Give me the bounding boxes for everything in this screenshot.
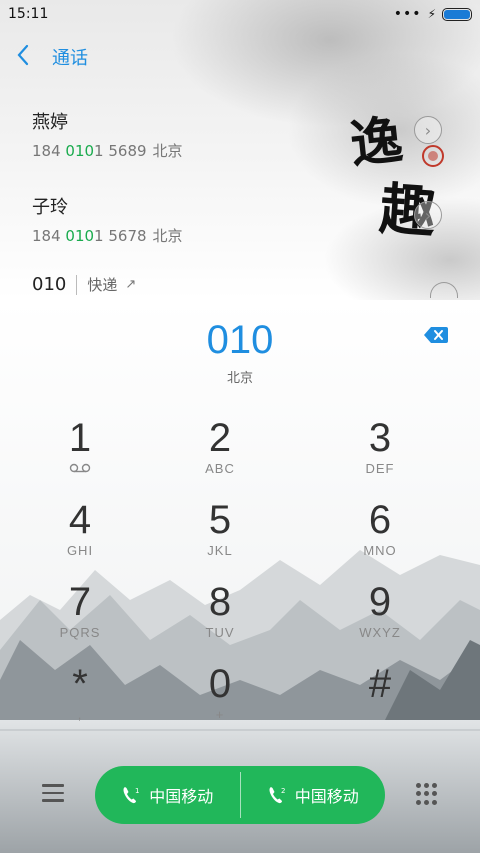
status-time: 15:11: [8, 6, 49, 22]
dial-key-8[interactable]: 8 TUV: [160, 579, 280, 649]
dial-key-4[interactable]: 4 GHI: [20, 497, 140, 567]
menu-icon[interactable]: [42, 784, 64, 802]
contact-number: 184 0101 5689 北京: [32, 142, 183, 160]
dial-key-digit: 2: [208, 416, 232, 460]
dialed-number: 010: [206, 318, 274, 362]
dial-key-1[interactable]: 1: [20, 415, 140, 485]
call-sim1-button[interactable]: 1 中国移动: [95, 766, 240, 824]
divider: [76, 274, 78, 295]
status-icons: ••• ⚡: [394, 6, 472, 22]
dial-key-9[interactable]: 9 WXYZ: [320, 579, 440, 649]
voicemail-icon: [20, 461, 140, 476]
dial-key-digit: *: [72, 662, 88, 706]
list-item-contact[interactable]: 燕婷 184 0101 5689 北京 ›: [32, 108, 452, 161]
dialed-location: 北京: [226, 371, 253, 386]
dial-key-hash[interactable]: #: [320, 661, 440, 731]
dial-key-digit: 0: [208, 662, 232, 706]
call-sim1-label: 中国移动: [149, 787, 214, 806]
dial-key-letters: DEF: [365, 461, 395, 476]
dial-key-star[interactable]: *,: [20, 661, 140, 731]
dial-key-letters: WXYZ: [359, 625, 401, 640]
charging-icon: ⚡: [427, 7, 436, 21]
arrow-up-right-icon: ↗: [125, 277, 137, 292]
header: 通话: [16, 40, 88, 74]
dial-key-digit: 1: [68, 416, 92, 460]
phone-sim1-icon: 1: [121, 785, 141, 805]
contact-name: 子玲: [32, 197, 68, 218]
page-title: 通话: [52, 48, 88, 69]
contact-number: 184 0101 5678 北京: [32, 227, 183, 245]
call-sim2-label: 中国移动: [294, 787, 359, 806]
list-item-contact[interactable]: 子玲 184 0101 5678 北京 ›: [32, 193, 452, 246]
dial-key-digit: 4: [68, 498, 92, 542]
list-item-service[interactable]: 010 快递 ↗: [32, 274, 136, 295]
dial-key-5[interactable]: 5 JKL: [160, 497, 280, 567]
dial-key-digit: 5: [208, 498, 232, 542]
backspace-icon[interactable]: [424, 326, 448, 344]
chevron-right-icon[interactable]: ›: [414, 116, 442, 144]
chevron-right-icon[interactable]: ›: [414, 201, 442, 229]
dial-key-digit: #: [368, 662, 392, 706]
dial-key-letters: MNO: [363, 543, 397, 558]
svg-text:2: 2: [281, 787, 285, 795]
dialed-display: 010 北京: [0, 318, 480, 386]
dial-key-letters: JKL: [207, 543, 233, 558]
dial-key-letters: ABC: [205, 461, 235, 476]
service-tag: 快递: [87, 276, 118, 294]
svg-text:1: 1: [135, 787, 139, 795]
dial-key-digit: 7: [68, 580, 92, 624]
phone-sim2-icon: 2: [267, 785, 287, 805]
service-number: 010: [32, 274, 67, 295]
call-sim2-button[interactable]: 2 中国移动: [241, 766, 386, 824]
call-button-group: 1 中国移动 2 中国移动: [95, 766, 385, 824]
dial-key-letters: GHI: [66, 543, 94, 558]
dial-key-6[interactable]: 6 MNO: [320, 497, 440, 567]
back-icon[interactable]: [16, 44, 44, 71]
dial-key-0[interactable]: 0 +: [160, 661, 280, 731]
dial-key-letters: +: [215, 707, 225, 722]
dial-key-digit: 9: [368, 580, 392, 624]
keypad-toggle-icon[interactable]: [416, 783, 438, 805]
contact-name: 燕婷: [32, 112, 68, 133]
dial-key-digit: 8: [208, 580, 232, 624]
dial-key-letters: PQRS: [59, 625, 101, 640]
notification-dots-icon: •••: [393, 6, 422, 22]
dial-key-7[interactable]: 7 PQRS: [20, 579, 140, 649]
status-bar: 15:11 ••• ⚡: [0, 0, 480, 28]
dial-key-digit: 3: [368, 416, 392, 460]
dial-key-letters: TUV: [205, 625, 235, 640]
dial-key-3[interactable]: 3 DEF: [320, 415, 440, 485]
dial-key-2[interactable]: 2 ABC: [160, 415, 280, 485]
battery-icon: [442, 7, 472, 21]
dial-key-letters: ,: [77, 707, 83, 722]
dial-key-digit: 6: [368, 498, 392, 542]
